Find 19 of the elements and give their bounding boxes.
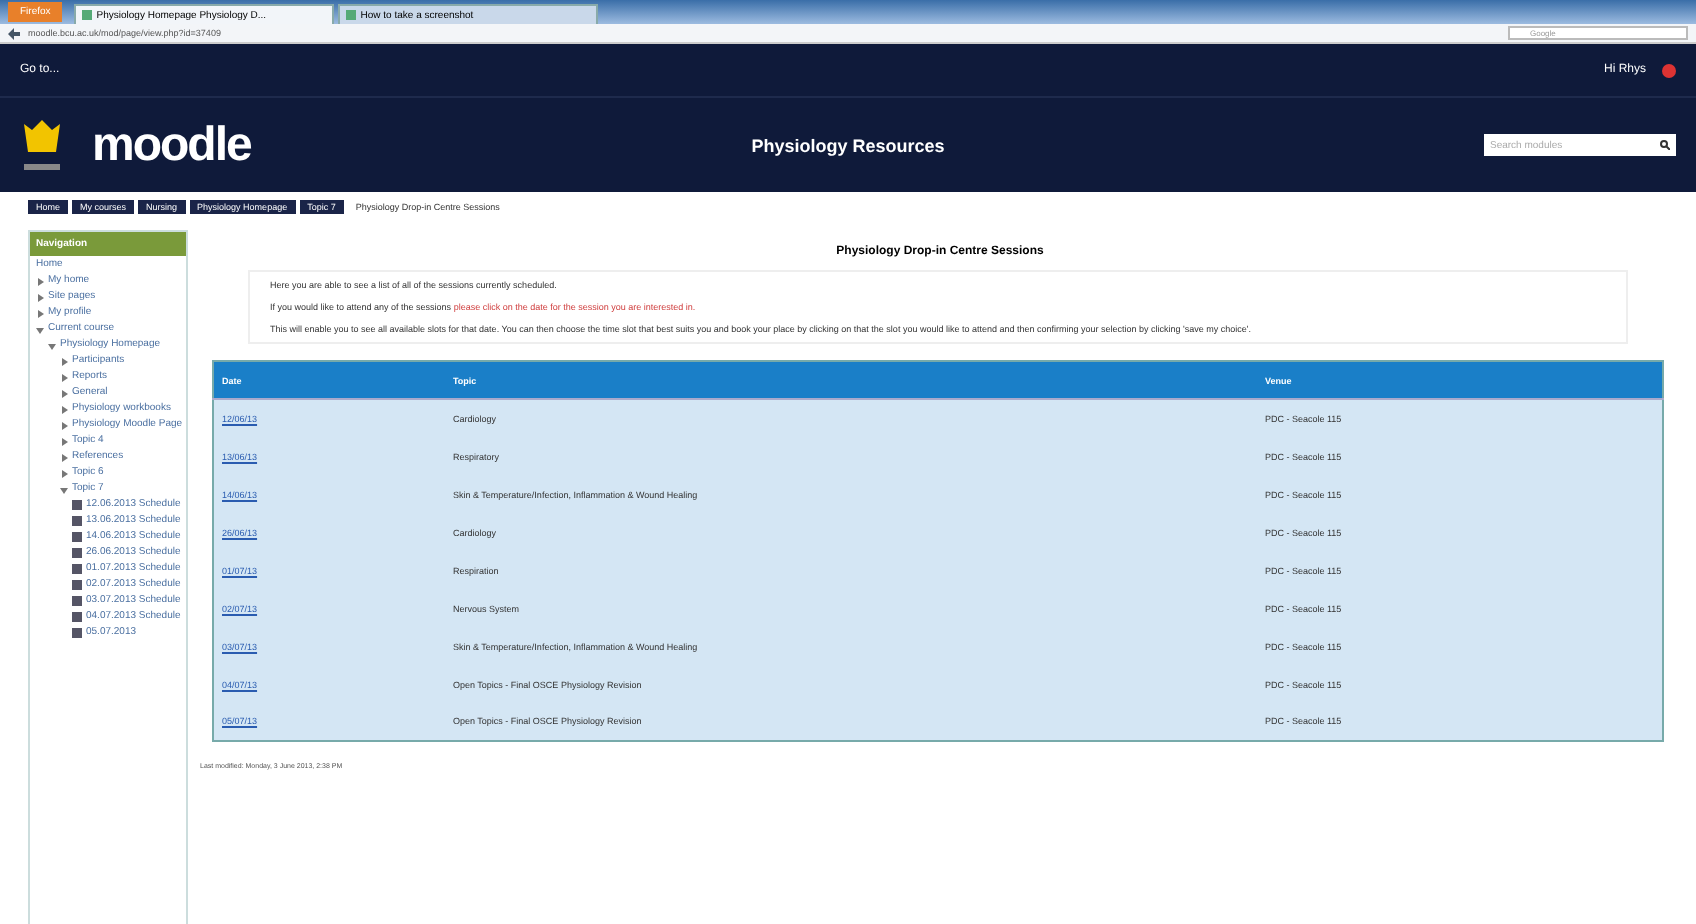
collapsed-arrow-icon[interactable]	[60, 390, 68, 398]
collapsed-arrow-icon[interactable]	[60, 358, 68, 366]
expanded-arrow-icon[interactable]	[60, 486, 68, 494]
collapsed-arrow-icon[interactable]	[60, 438, 68, 446]
collapsed-arrow-icon[interactable]	[60, 470, 68, 478]
site-title: Physiology Resources	[751, 135, 945, 155]
collapsed-arrow-icon[interactable]	[60, 454, 68, 462]
collapsed-arrow-icon[interactable]	[36, 294, 44, 302]
collapsed-arrow-icon[interactable]	[36, 278, 44, 286]
collapsed-arrow-icon[interactable]	[36, 310, 44, 318]
expanded-arrow-icon[interactable]	[48, 342, 56, 350]
collapsed-arrow-icon[interactable]	[60, 374, 68, 382]
search-icon[interactable]	[1660, 140, 1670, 150]
moodle-logo: moodle	[92, 117, 251, 173]
back-icon[interactable]	[8, 27, 20, 39]
collapsed-arrow-icon[interactable]	[60, 422, 68, 430]
collapsed-arrow-icon[interactable]	[60, 406, 68, 414]
expanded-arrow-icon[interactable]	[36, 326, 44, 334]
crest-icon	[20, 115, 64, 175]
